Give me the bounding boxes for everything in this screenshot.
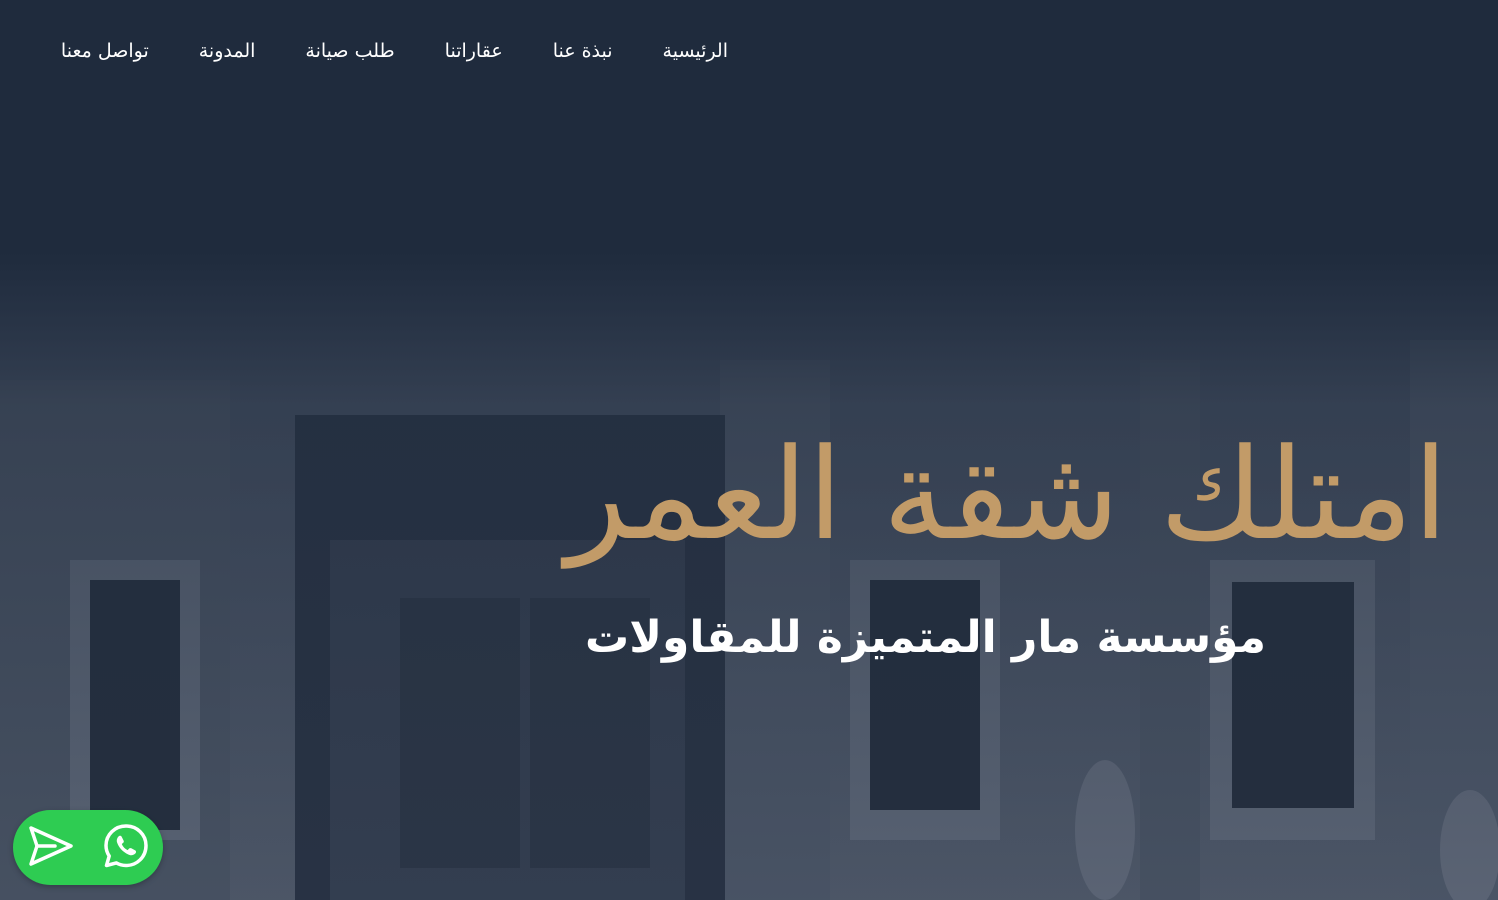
nav-item-properties[interactable]: عقاراتنا xyxy=(445,34,503,68)
nav-item-about[interactable]: نبذة عنا xyxy=(553,34,613,68)
send-icon xyxy=(28,825,74,871)
nav-item-blog[interactable]: المدونة xyxy=(199,34,256,68)
send-message-button[interactable] xyxy=(23,820,79,876)
nav-item-maintenance-request[interactable]: طلب صيانة xyxy=(305,34,394,68)
nav-item-home[interactable]: الرئيسية xyxy=(663,34,728,68)
whatsapp-icon xyxy=(102,822,150,874)
hero-title: امتلك شقة العمر xyxy=(566,421,1448,568)
whatsapp-button[interactable] xyxy=(98,820,154,876)
main-nav: الرئيسية نبذة عنا عقاراتنا طلب صيانة الم… xyxy=(61,34,728,68)
nav-item-contact[interactable]: تواصل معنا xyxy=(61,34,149,68)
page: الرئيسية نبذة عنا عقاراتنا طلب صيانة الم… xyxy=(0,0,1498,900)
hero-subtitle: مؤسسة مار المتميزة للمقاولات xyxy=(585,612,1266,663)
floating-contact-widget xyxy=(13,810,163,885)
